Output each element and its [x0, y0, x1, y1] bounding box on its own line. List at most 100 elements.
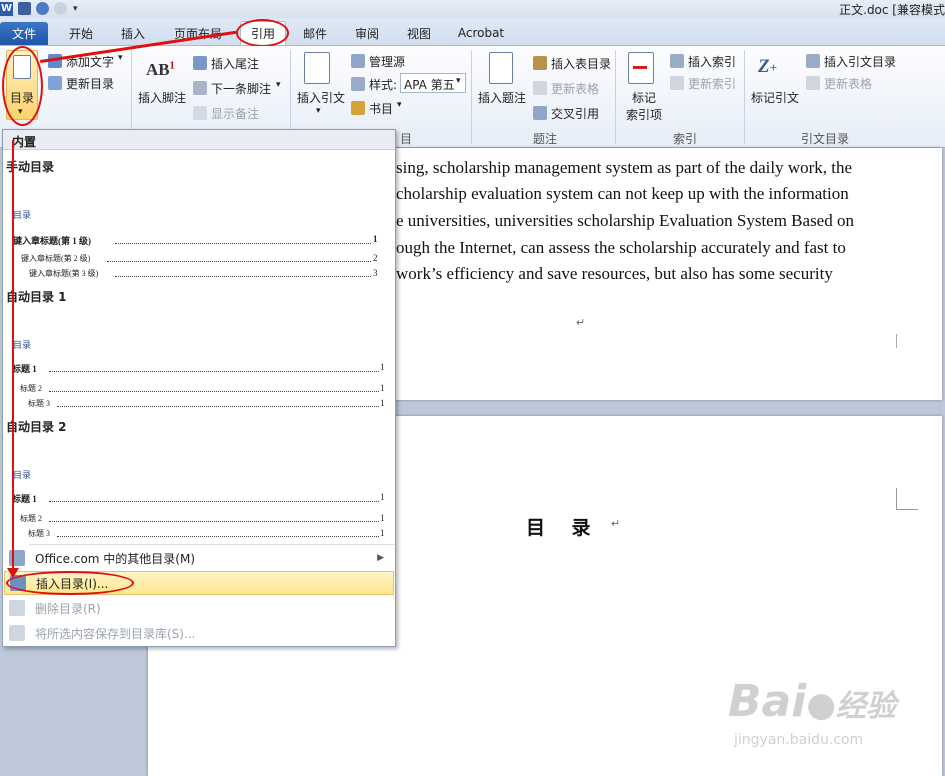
quick-access-toolbar: W ▾: [0, 1, 78, 16]
dot-leader: [57, 406, 379, 407]
citation-style-select[interactable]: APA 第五 ▾: [400, 73, 466, 93]
preview-page: 1: [373, 234, 378, 244]
insert-toa-icon: [806, 54, 820, 68]
insert-footnote-icon: AB1: [146, 60, 175, 79]
ribbon-tab-bar: 文件 开始 插入 页面布局 引用 邮件 审阅 视图 Acrobat: [0, 18, 945, 46]
toc-gallery-auto-2[interactable]: 自动目录 2 目录 标题 1 1 标题 2 1 标题 3 1: [3, 414, 395, 542]
undo-icon[interactable]: [36, 2, 49, 15]
tab-view[interactable]: 视图: [396, 23, 442, 43]
menu-item-label: 将所选内容保存到目录库(S)...: [35, 626, 196, 641]
preview-line: 标题 1: [12, 494, 37, 504]
update-toc-icon: [48, 76, 62, 90]
paw-icon: ●: [806, 685, 836, 725]
insert-endnote-button[interactable]: 插入尾注: [211, 55, 259, 72]
insert-citation-dropdown-icon[interactable]: ▾: [316, 106, 321, 116]
highlight-oval-references-tab: [236, 19, 289, 47]
highlight-oval-insert-toc: [6, 571, 134, 595]
preview-line: 标题 2: [20, 384, 42, 393]
show-notes-icon: [193, 106, 207, 120]
gallery-item-name: 自动目录 1: [6, 290, 67, 304]
update-table-button[interactable]: 更新表格: [551, 80, 599, 97]
update-table-icon: [533, 81, 547, 95]
annotation-arrow-toc-to-insert: [12, 140, 14, 572]
save-icon[interactable]: [18, 2, 31, 15]
preview-title: 目录: [13, 470, 32, 480]
preview-page: 1: [380, 492, 385, 502]
update-index-icon: [670, 76, 684, 90]
insert-index-icon: [670, 54, 684, 68]
dot-leader: [115, 243, 371, 244]
menu-item-label: 删除目录(R): [35, 601, 101, 616]
insert-caption-button[interactable]: 插入题注: [478, 89, 526, 106]
redo-icon[interactable]: [54, 2, 67, 15]
preview-page: 3: [373, 268, 378, 278]
dot-leader: [115, 276, 371, 277]
preview-line: 标题 3: [28, 529, 50, 538]
toc-gallery-manual[interactable]: 手动目录 目录 键入章标题(第 1 级) 1 键入章标题(第 2 级) 2 键入…: [3, 154, 395, 282]
preview-line: 键入章标题(第 3 级): [29, 269, 99, 278]
body-line: sing, scholarship management system as p…: [396, 158, 853, 177]
toc-gallery-auto-1[interactable]: 自动目录 1 目录 标题 1 1 标题 2 1 标题 3 1: [3, 284, 395, 412]
group-separator: [615, 50, 616, 144]
cross-reference-button[interactable]: 交叉引用: [551, 105, 599, 122]
watermark-logo: Bai●经验: [728, 676, 896, 727]
insert-citation-icon: [304, 52, 330, 84]
insert-citation-button[interactable]: 插入引文: [297, 89, 345, 106]
gallery-item-name: 自动目录 2: [6, 420, 67, 434]
dot-leader: [49, 501, 379, 502]
preview-page: 1: [380, 383, 385, 393]
preview-line: 标题 2: [20, 514, 42, 523]
mark-entry-icon: [628, 52, 654, 84]
save-to-gallery-icon: [9, 625, 25, 641]
more-toc-from-office-com[interactable]: Office.com 中的其他目录(M) ▶: [4, 546, 394, 570]
add-text-dropdown-icon[interactable]: ▾: [118, 53, 123, 63]
insert-caption-icon: [489, 52, 513, 84]
insert-endnote-icon: [193, 56, 207, 70]
tab-mailings[interactable]: 邮件: [292, 23, 338, 43]
watermark-url: jingyan.baidu.com: [734, 732, 864, 748]
preview-line: 键入章标题(第 1 级): [13, 236, 91, 246]
update-index-button[interactable]: 更新索引: [688, 75, 736, 92]
margin-corner-mark: [896, 488, 918, 510]
manage-sources-icon: [351, 54, 365, 68]
customize-quick-access-icon[interactable]: ▾: [73, 4, 78, 14]
watermark-brand-cn: 经验: [835, 689, 896, 724]
tab-acrobat[interactable]: Acrobat: [450, 23, 512, 43]
tab-file[interactable]: 文件: [0, 22, 48, 45]
tab-insert[interactable]: 插入: [110, 23, 156, 43]
insert-table-of-figures-button[interactable]: 插入表目录: [551, 55, 611, 72]
captions-group-label: 题注: [532, 132, 557, 146]
title-bar: W ▾ 正文.doc [兼容模式: [0, 0, 945, 18]
next-footnote-dropdown-icon[interactable]: ▾: [276, 80, 281, 90]
preview-line: 标题 1: [12, 364, 37, 374]
next-footnote-button[interactable]: 下一条脚注: [211, 80, 271, 97]
mark-citation-button[interactable]: 标记引文: [751, 89, 799, 106]
insert-index-button[interactable]: 插入索引: [688, 53, 736, 70]
update-toa-button[interactable]: 更新表格: [824, 75, 872, 92]
manage-sources-button[interactable]: 管理源: [369, 53, 405, 70]
style-icon: [351, 77, 365, 91]
style-label: 样式:: [369, 78, 398, 92]
mark-entry-label-line1[interactable]: 标记: [632, 89, 656, 106]
tab-home[interactable]: 开始: [58, 23, 104, 43]
insert-toa-button[interactable]: 插入引文目录: [824, 53, 896, 70]
show-notes-button[interactable]: 显示备注: [211, 105, 259, 122]
index-group-label: 索引: [672, 132, 697, 146]
dot-leader: [107, 261, 371, 262]
toc-dropdown-menu: 内置 手动目录 目录 键入章标题(第 1 级) 1 键入章标题(第 2 级) 2…: [2, 129, 396, 647]
bibliography-dropdown-icon[interactable]: ▾: [397, 100, 402, 110]
tab-review[interactable]: 审阅: [344, 23, 390, 43]
update-toc-button[interactable]: 更新目录: [66, 75, 114, 92]
remove-toc-menu-item[interactable]: 删除目录(R): [4, 596, 394, 620]
preview-line: 标题 3: [28, 399, 50, 408]
bibliography-icon: [351, 101, 365, 115]
bibliography-button[interactable]: 书目: [369, 100, 393, 117]
save-selection-to-toc-gallery[interactable]: 将所选内容保存到目录库(S)...: [4, 621, 394, 645]
insert-footnote-button[interactable]: 插入脚注: [138, 89, 186, 106]
dot-leader: [49, 371, 379, 372]
citations-group-label: 目: [399, 132, 412, 146]
mark-entry-label-line2[interactable]: 索引项: [626, 106, 662, 123]
preview-title: 目录: [13, 340, 32, 350]
insert-table-of-figures-icon: [533, 56, 547, 70]
dot-leader: [49, 391, 379, 392]
